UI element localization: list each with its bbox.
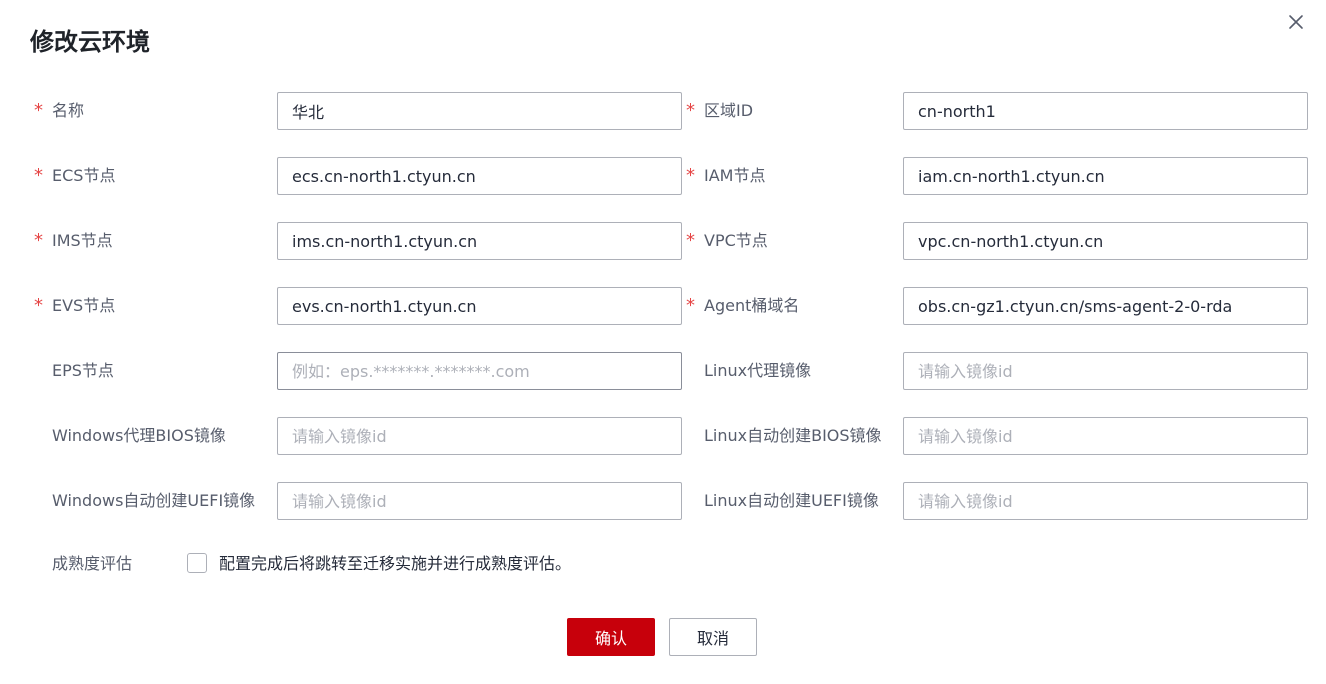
- maturity-label: 成熟度评估: [52, 554, 133, 573]
- field-label: Linux自动创建BIOS镜像: [704, 426, 882, 445]
- form-row: *EVS节点 *Agent桶域名: [0, 287, 1326, 325]
- required-mark: *: [686, 165, 695, 186]
- field-label: * VPC节点: [686, 222, 768, 260]
- required-mark: *: [34, 295, 43, 316]
- agent-bucket-domain-input[interactable]: [903, 287, 1308, 325]
- form-row: EPS节点 Linux代理镜像: [0, 352, 1326, 390]
- required-mark: *: [686, 100, 695, 121]
- field-windows-agent-bios-image: Windows代理BIOS镜像: [34, 417, 682, 455]
- field-label: * IMS节点: [34, 222, 113, 260]
- iam-endpoint-input[interactable]: [903, 157, 1308, 195]
- field-eps-endpoint: EPS节点: [34, 352, 682, 390]
- field-label: EPS节点: [52, 361, 114, 380]
- cancel-button[interactable]: 取消: [669, 618, 757, 656]
- linux-auto-bios-image-input[interactable]: [903, 417, 1308, 455]
- field-windows-auto-uefi-image: Windows自动创建UEFI镜像: [34, 482, 682, 520]
- field-ims-endpoint: * IMS节点: [34, 222, 682, 260]
- required-mark: *: [34, 100, 43, 121]
- form-row: Windows自动创建UEFI镜像 Linux自动创建UEFI镜像: [0, 482, 1326, 520]
- required-mark: *: [686, 295, 695, 316]
- dialog-title: 修改云环境: [30, 28, 150, 56]
- eps-endpoint-input[interactable]: [277, 352, 682, 390]
- field-evs-endpoint: * EVS节点: [34, 287, 682, 325]
- maturity-checkbox[interactable]: [187, 553, 207, 573]
- field-linux-auto-bios-image: Linux自动创建BIOS镜像: [686, 417, 1308, 455]
- field-region-id: * 区域ID: [686, 92, 1308, 130]
- field-vpc-endpoint: * VPC节点: [686, 222, 1308, 260]
- form-row: *名称 *区域ID: [0, 92, 1326, 130]
- close-button[interactable]: [1282, 8, 1310, 36]
- required-mark: *: [34, 230, 43, 251]
- edit-cloud-env-dialog: 修改云环境 *名称 *区域ID *ECS节点 *IAM节点: [0, 0, 1326, 684]
- region-id-input[interactable]: [903, 92, 1308, 130]
- form-row: Windows代理BIOS镜像 Linux自动创建BIOS镜像: [0, 417, 1326, 455]
- name-input[interactable]: [277, 92, 682, 130]
- vpc-endpoint-input[interactable]: [903, 222, 1308, 260]
- field-linux-auto-uefi-image: Linux自动创建UEFI镜像: [686, 482, 1308, 520]
- field-label: Windows自动创建UEFI镜像: [52, 491, 256, 510]
- field-label: * IAM节点: [686, 157, 765, 195]
- field-label: * ECS节点: [34, 157, 115, 195]
- linux-auto-uefi-image-input[interactable]: [903, 482, 1308, 520]
- form-row: *IMS节点 *VPC节点: [0, 222, 1326, 260]
- cloud-env-form: *名称 *区域ID *ECS节点 *IAM节点 *IMS节点: [0, 92, 1326, 583]
- ecs-endpoint-input[interactable]: [277, 157, 682, 195]
- maturity-assessment-row: 成熟度评估 配置完成后将跳转至迁移实施并进行成熟度评估。: [0, 545, 1326, 583]
- field-label: * 名称: [34, 92, 84, 130]
- close-icon: [1289, 15, 1303, 29]
- maturity-checkbox-text[interactable]: 配置完成后将跳转至迁移实施并进行成熟度评估。: [219, 545, 571, 583]
- windows-auto-uefi-image-input[interactable]: [277, 482, 682, 520]
- field-label: * EVS节点: [34, 287, 115, 325]
- confirm-button[interactable]: 确认: [567, 618, 655, 656]
- required-mark: *: [34, 165, 43, 186]
- dialog-footer: 确认 取消: [0, 618, 1326, 656]
- field-label: Linux代理镜像: [704, 361, 812, 380]
- field-name: * 名称: [34, 92, 682, 130]
- ims-endpoint-input[interactable]: [277, 222, 682, 260]
- field-label: Linux自动创建UEFI镜像: [704, 491, 879, 510]
- windows-agent-bios-image-input[interactable]: [277, 417, 682, 455]
- field-iam-endpoint: * IAM节点: [686, 157, 1308, 195]
- field-agent-bucket-domain: * Agent桶域名: [686, 287, 1308, 325]
- required-mark: *: [686, 230, 695, 251]
- field-label: * 区域ID: [686, 92, 753, 130]
- field-label: * Agent桶域名: [686, 287, 799, 325]
- form-row: *ECS节点 *IAM节点: [0, 157, 1326, 195]
- field-label: Windows代理BIOS镜像: [52, 426, 226, 445]
- evs-endpoint-input[interactable]: [277, 287, 682, 325]
- field-ecs-endpoint: * ECS节点: [34, 157, 682, 195]
- linux-agent-image-input[interactable]: [903, 352, 1308, 390]
- field-linux-agent-image: Linux代理镜像: [686, 352, 1308, 390]
